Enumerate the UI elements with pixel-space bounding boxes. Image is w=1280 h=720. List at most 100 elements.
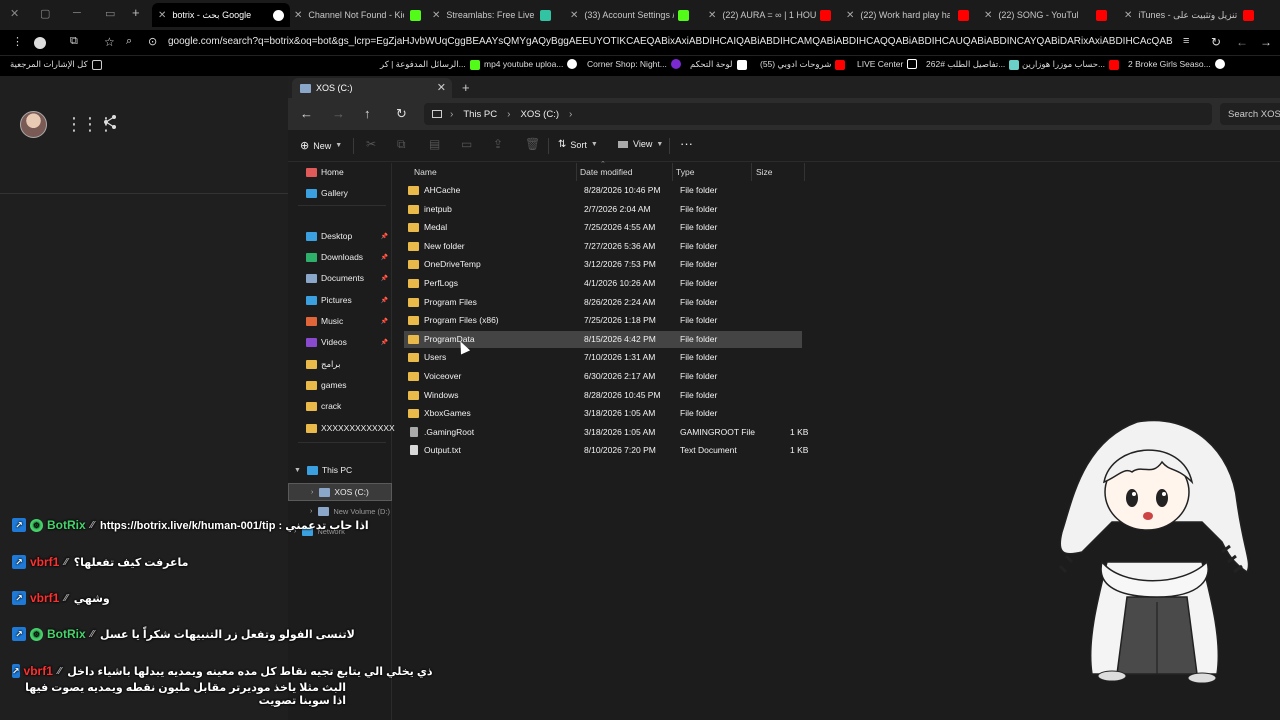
table-row[interactable]: New folder 7/27/2026 5:36 AM File folder [404, 238, 802, 255]
chevron-down-icon[interactable]: ▼ [294, 467, 301, 474]
delete-icon[interactable]: 🗑 [525, 137, 540, 151]
forward-icon[interactable]: → [332, 106, 345, 121]
reload-icon[interactable]: ↻ [1211, 35, 1221, 49]
view-button[interactable]: View ▼ [618, 139, 663, 149]
breadcrumb[interactable]: › This PC › XOS (C:) › [424, 103, 1212, 125]
sidebar-item-folder[interactable]: برامج [288, 355, 392, 373]
sidebar-item-videos[interactable]: Videos 📌 [288, 333, 392, 351]
tab-list-icon[interactable]: ▢ [40, 7, 50, 20]
table-row[interactable]: Output.txt 8/10/2026 7:20 PM Text Document… [404, 442, 808, 459]
bookmark-1[interactable]: الرسائل المدفوعة | كر... [380, 59, 484, 70]
tab-itunes[interactable]: ✕ iTunes - تنزيل وتثبيت على [1124, 3, 1280, 27]
table-row[interactable]: .GamingRoot 3/18/2026 1:05 AM GAMINGROOT F… [404, 424, 808, 441]
up-icon[interactable]: ↑ [364, 106, 371, 121]
sidebar-item-games[interactable]: games [288, 376, 392, 394]
sidebar-item-downloads[interactable]: Downloads 📌 [288, 248, 392, 266]
close-tab-icon[interactable]: ✕ [158, 10, 166, 21]
paste-icon[interactable]: ▤ [429, 137, 440, 151]
back-icon[interactable]: ← [300, 106, 313, 121]
chevron-right-icon[interactable]: › [311, 489, 313, 496]
column-header-type[interactable]: Type [676, 163, 694, 181]
sidebar-item-xxxxxxxxxxxxx[interactable]: XXXXXXXXXXXXX [288, 419, 395, 437]
bookmark-7[interactable]: تفاصيل الطلب #262... [926, 59, 1023, 70]
close-window-icon[interactable]: ✕ [10, 7, 19, 20]
chat-username[interactable]: vbrf1 [24, 664, 53, 678]
avatar[interactable] [20, 111, 47, 138]
bookmark-4[interactable]: لوحة التحكم [690, 59, 751, 70]
table-row[interactable]: AHCache 8/28/2026 10:46 PM File folder [404, 182, 802, 199]
copy-icon[interactable]: ⧉ [397, 137, 406, 152]
sort-button[interactable]: ⇅ Sort ▼ [558, 139, 598, 150]
search-input[interactable]: Search XOS (C:) [1220, 103, 1280, 125]
close-tab-icon[interactable]: ✕ [437, 81, 446, 94]
sidebar-item-this-pc[interactable]: ▼ This PC [288, 461, 392, 479]
sidebar-item-music[interactable]: Music 📌 [288, 312, 392, 330]
close-tab-icon[interactable]: ✕ [708, 10, 716, 21]
forward-icon[interactable]: → [1260, 35, 1272, 49]
bookmark-5[interactable]: (55) شروحات ادوبي [760, 59, 849, 70]
breadcrumb-this-pc[interactable]: This PC [463, 109, 497, 120]
tab-streamlabs[interactable]: ✕ Streamlabs: Free Live Stre [432, 3, 556, 27]
extensions-icon[interactable]: ⧉ [70, 35, 78, 48]
cut-icon[interactable]: ✂ [366, 137, 376, 151]
new-tab-button[interactable]: + [132, 5, 140, 20]
bookmark-9[interactable]: 2 Broke Girls Seaso... [1128, 59, 1229, 69]
share-icon[interactable] [102, 114, 118, 135]
chat-username[interactable]: BotRix [47, 627, 86, 641]
sidebar-item-desktop[interactable]: Desktop 📌 [288, 227, 392, 245]
chat-username[interactable]: vbrf1 [30, 555, 59, 569]
window-tab-icon[interactable]: ▭ [105, 7, 115, 20]
bookmark-3[interactable]: Corner Shop: Night... [587, 59, 685, 69]
close-tab-icon[interactable]: ✕ [432, 10, 440, 21]
tab-song[interactable]: ✕ (22) SONG - YouTube [984, 3, 1112, 27]
breadcrumb-drive[interactable]: XOS (C:) [520, 109, 559, 120]
sidebar-item-documents[interactable]: Documents 📌 [288, 269, 392, 287]
tab-google-search[interactable]: ✕ botrix - بحث Google [152, 3, 290, 27]
table-row[interactable]: XboxGames 3/18/2026 1:05 AM File folder [404, 405, 802, 422]
table-row[interactable]: Windows 8/28/2026 10:45 PM File folder [404, 387, 802, 404]
tab-account-settings[interactable]: ✕ (33) Account Settings / St [570, 3, 694, 27]
url-input[interactable]: google.com/search?q=botrix&oq=bot&gs_lcr… [168, 36, 1173, 47]
minimize-icon[interactable]: ─ [73, 7, 81, 19]
bookmark-8[interactable]: حساب موزرا هوزارين... [1022, 59, 1123, 70]
profile-icon[interactable] [34, 37, 46, 49]
tab-aura[interactable]: ✕ (22) AURA = ∞ | 1 HOU [708, 3, 840, 27]
close-tab-icon[interactable]: ✕ [1124, 10, 1132, 21]
close-tab-icon[interactable]: ✕ [570, 10, 578, 21]
close-tab-icon[interactable]: ✕ [294, 10, 302, 21]
sidebar-item-pictures[interactable]: Pictures 📌 [288, 291, 392, 309]
chat-username[interactable]: BotRix [47, 518, 86, 532]
refresh-icon[interactable]: ↻ [396, 106, 407, 122]
rename-icon[interactable]: ▭ [461, 137, 472, 151]
table-row[interactable]: Medal 7/25/2026 4:55 AM File folder [404, 219, 802, 236]
zoom-icon[interactable]: ⌕ [126, 35, 132, 48]
bookmark-star-icon[interactable]: ☆ [104, 35, 115, 49]
menu-dots-icon[interactable]: ⋮ [12, 35, 23, 48]
bookmark-2[interactable]: mp4 youtube uploa... [484, 59, 581, 69]
share-icon[interactable]: ⇪ [493, 137, 503, 151]
table-row[interactable]: inetpub 2/7/2026 2:04 AM File folder [404, 201, 802, 218]
sidebar-item-crack[interactable]: crack [288, 397, 392, 415]
tab-work-hard[interactable]: ✕ (22) Work hard play hard [846, 3, 974, 27]
chat-username[interactable]: vbrf1 [30, 591, 59, 605]
bookmark-all[interactable]: كل الإشارات المرجعية [10, 59, 106, 70]
sidebar-item-home[interactable]: Home [288, 163, 392, 181]
back-icon[interactable]: ← [1236, 35, 1248, 49]
close-tab-icon[interactable]: ✕ [984, 10, 992, 21]
column-header-name[interactable]: Name [414, 163, 437, 181]
new-tab-button[interactable]: + [462, 80, 470, 95]
column-header-size[interactable]: Size [756, 163, 773, 181]
tab-kick[interactable]: ✕ Channel Not Found - Kick [294, 3, 426, 27]
table-row[interactable]: OneDriveTemp 3/12/2026 7:53 PM File folder [404, 256, 802, 273]
new-button[interactable]: ⊕ New ▼ [300, 139, 342, 152]
bookmark-6[interactable]: LIVE Center [857, 59, 921, 69]
site-info-icon[interactable]: ⊙ [148, 35, 157, 48]
sidebar-item-xos-c[interactable]: › XOS (C:) [288, 483, 392, 501]
tune-icon[interactable]: ≡ [1183, 35, 1189, 47]
more-options-icon[interactable]: ··· [680, 136, 693, 151]
sidebar-item-gallery[interactable]: Gallery [288, 184, 392, 202]
table-row[interactable]: Program Files 8/26/2026 2:24 AM File folde… [404, 294, 802, 311]
table-row[interactable]: Voiceover 6/30/2026 2:17 AM File folder [404, 368, 802, 385]
explorer-tab[interactable]: XOS (C:) ✕ [292, 78, 452, 98]
table-row[interactable]: PerfLogs 4/1/2026 10:26 AM File folder [404, 275, 802, 292]
